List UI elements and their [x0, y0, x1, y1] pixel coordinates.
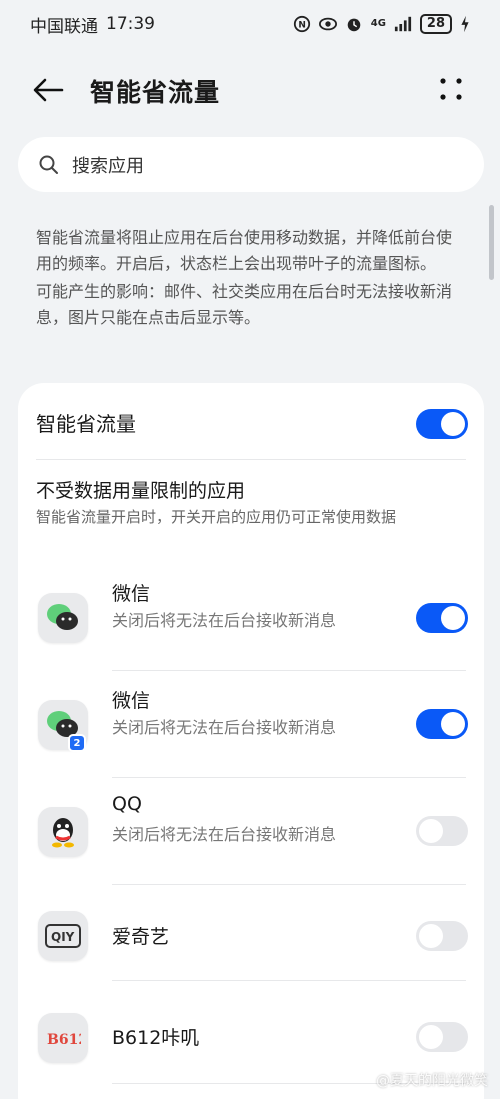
toggle-knob — [419, 924, 443, 948]
smart-data-saver-label: 智能省流量 — [36, 412, 136, 436]
iqiyi-toggle[interactable] — [416, 921, 468, 951]
app-name: 爱奇艺 — [112, 926, 170, 948]
unrestricted-apps-title: 不受数据用量限制的应用 — [36, 480, 246, 502]
app-description: 关闭后将无法在后台接收新消息 — [112, 825, 337, 844]
alarm-icon — [347, 18, 361, 32]
feature-description: 智能省流量将阻止应用在后台使用移动数据，并降低前台使用的频率。开启后，状态栏上会… — [36, 225, 466, 331]
status-right: N 4G 28 — [293, 14, 470, 34]
list-item-iqiyi: QIY 爱奇艺 — [18, 885, 484, 991]
wechat-toggle[interactable] — [416, 603, 468, 633]
page-title: 智能省流量 — [90, 78, 221, 107]
app-name: 微信 — [112, 583, 151, 605]
scrollbar[interactable] — [489, 205, 494, 280]
description-text: 智能省流量将阻止应用在后台使用移动数据，并降低前台使用的频率。开启后，状态栏上会… — [36, 228, 453, 273]
list-item-qq: QQ 关闭后将无法在后台接收新消息 — [18, 781, 484, 887]
signal-icon — [394, 16, 412, 32]
divider — [112, 980, 466, 981]
impact-text: 可能产生的影响：邮件、社交类应用在后台时无法接收新消息，图片只能在点击后显示等。 — [36, 282, 453, 327]
iqiyi-icon: QIY — [38, 911, 88, 961]
charging-icon — [461, 15, 469, 33]
toggle-knob — [441, 606, 465, 630]
smart-data-saver-row[interactable]: 智能省流量 — [18, 383, 484, 461]
wechat-icon — [38, 593, 88, 643]
app-description: 关闭后将无法在后台接收新消息 — [112, 611, 337, 630]
network-type: 4G — [370, 18, 386, 29]
search-icon — [39, 155, 58, 174]
b612-toggle[interactable] — [416, 1022, 468, 1052]
svg-text:B612: B612 — [47, 1032, 81, 1048]
svg-text:QIY: QIY — [51, 930, 75, 944]
qq-toggle[interactable] — [416, 816, 468, 846]
watermark: @夏天的阳光微笑 — [376, 1073, 488, 1089]
nfc-icon: N — [293, 15, 310, 33]
app-name: 微信 — [112, 690, 151, 712]
search-input[interactable]: 搜索应用 — [18, 137, 484, 192]
more-options-icon[interactable] — [436, 74, 466, 104]
toggle-knob — [419, 819, 443, 843]
divider — [112, 670, 466, 671]
app-description: 关闭后将无法在后台接收新消息 — [112, 718, 337, 737]
settings-card: 智能省流量 不受数据用量限制的应用 智能省流量开启时，开关开启的应用仍可正常使用… — [18, 383, 484, 1099]
b612-icon: B612 — [38, 1013, 88, 1063]
carrier-text: 中国联通 — [30, 16, 98, 37]
smart-data-saver-toggle[interactable] — [416, 409, 468, 439]
wechat-clone-toggle[interactable] — [416, 709, 468, 739]
app-clone-badge: 2 — [68, 734, 86, 752]
toggle-knob — [419, 1025, 443, 1049]
list-item-wechat: 微信 关闭后将无法在后台接收新消息 — [18, 567, 484, 673]
app-name: QQ — [112, 793, 142, 815]
qq-icon — [38, 807, 88, 857]
search-placeholder: 搜索应用 — [72, 155, 144, 177]
eye-comfort-icon — [318, 17, 337, 31]
divider — [112, 777, 466, 778]
divider — [36, 459, 466, 460]
toggle-knob — [441, 412, 465, 436]
svg-text:N: N — [298, 21, 306, 31]
app-name: B612咔叽 — [112, 1027, 200, 1049]
unrestricted-apps-subtitle: 智能省流量开启时，开关开启的应用仍可正常使用数据 — [36, 508, 397, 526]
status-bar: 中国联通 17:39 N 4G 28 — [0, 0, 500, 48]
back-arrow-icon[interactable] — [30, 72, 66, 108]
toggle-knob — [441, 712, 465, 736]
battery-indicator: 28 — [419, 14, 452, 34]
status-left: 中国联通 17:39 — [30, 12, 155, 37]
list-item-wechat-clone: 2 微信 关闭后将无法在后台接收新消息 — [18, 674, 484, 780]
clock-text: 17:39 — [106, 14, 155, 34]
app-header: 智能省流量 — [0, 60, 500, 118]
